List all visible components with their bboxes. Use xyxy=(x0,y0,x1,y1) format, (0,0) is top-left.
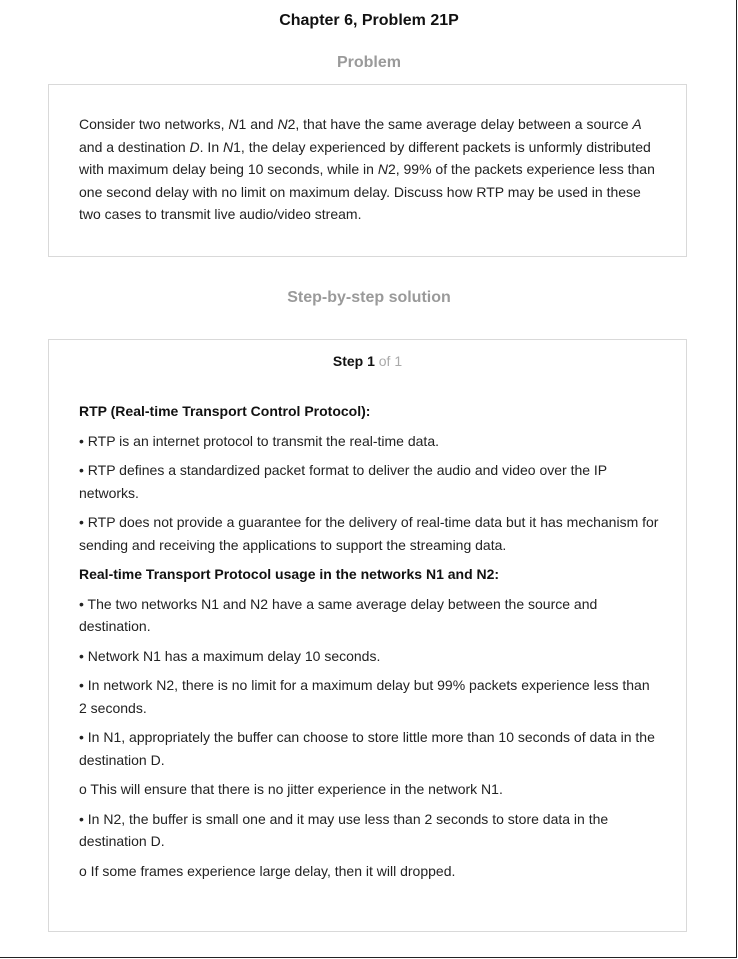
bullet-item: • RTP defines a standardized packet form… xyxy=(79,462,607,501)
sub-bullet-item: o This will ensure that there is no jitt… xyxy=(79,781,503,797)
bullet-item: • RTP does not provide a guarantee for t… xyxy=(79,514,659,553)
section-heading-rtp: RTP (Real-time Transport Control Protoco… xyxy=(79,403,371,419)
problem-text: Consider two networks, N1 and N2, that h… xyxy=(79,116,655,222)
bullet-item: • In N1, appropriately the buffer can ch… xyxy=(79,729,655,768)
bullet-item: • In network N2, there is no limit for a… xyxy=(79,677,650,716)
step-indicator: Step 1 of 1 xyxy=(49,353,686,369)
page-title: Chapter 6, Problem 21P xyxy=(279,12,459,29)
solution-box: Step 1 of 1 RTP (Real-time Transport Con… xyxy=(48,339,687,932)
problem-box: Consider two networks, N1 and N2, that h… xyxy=(48,84,687,257)
bullet-item: • The two networks N1 and N2 have a same… xyxy=(79,595,598,635)
solution-content: RTP (Real-time Transport Control Protoco… xyxy=(79,400,659,889)
step-number: Step 1 xyxy=(332,353,375,369)
bullet-item: • Network N1 has a maximum delay 10 seco… xyxy=(79,647,381,664)
bullet-item: • In N2, the buffer is small one and it … xyxy=(79,810,609,850)
bullet-item: • RTP is an internet protocol to transmi… xyxy=(79,432,439,449)
section-heading-usage: Real-time Transport Protocol usage in th… xyxy=(79,566,500,582)
sub-bullet-item: o If some frames experience large delay,… xyxy=(79,862,456,879)
solution-heading: Step-by-step solution xyxy=(287,289,451,306)
problem-heading: Problem xyxy=(336,54,401,71)
step-total: of 1 xyxy=(374,353,403,369)
